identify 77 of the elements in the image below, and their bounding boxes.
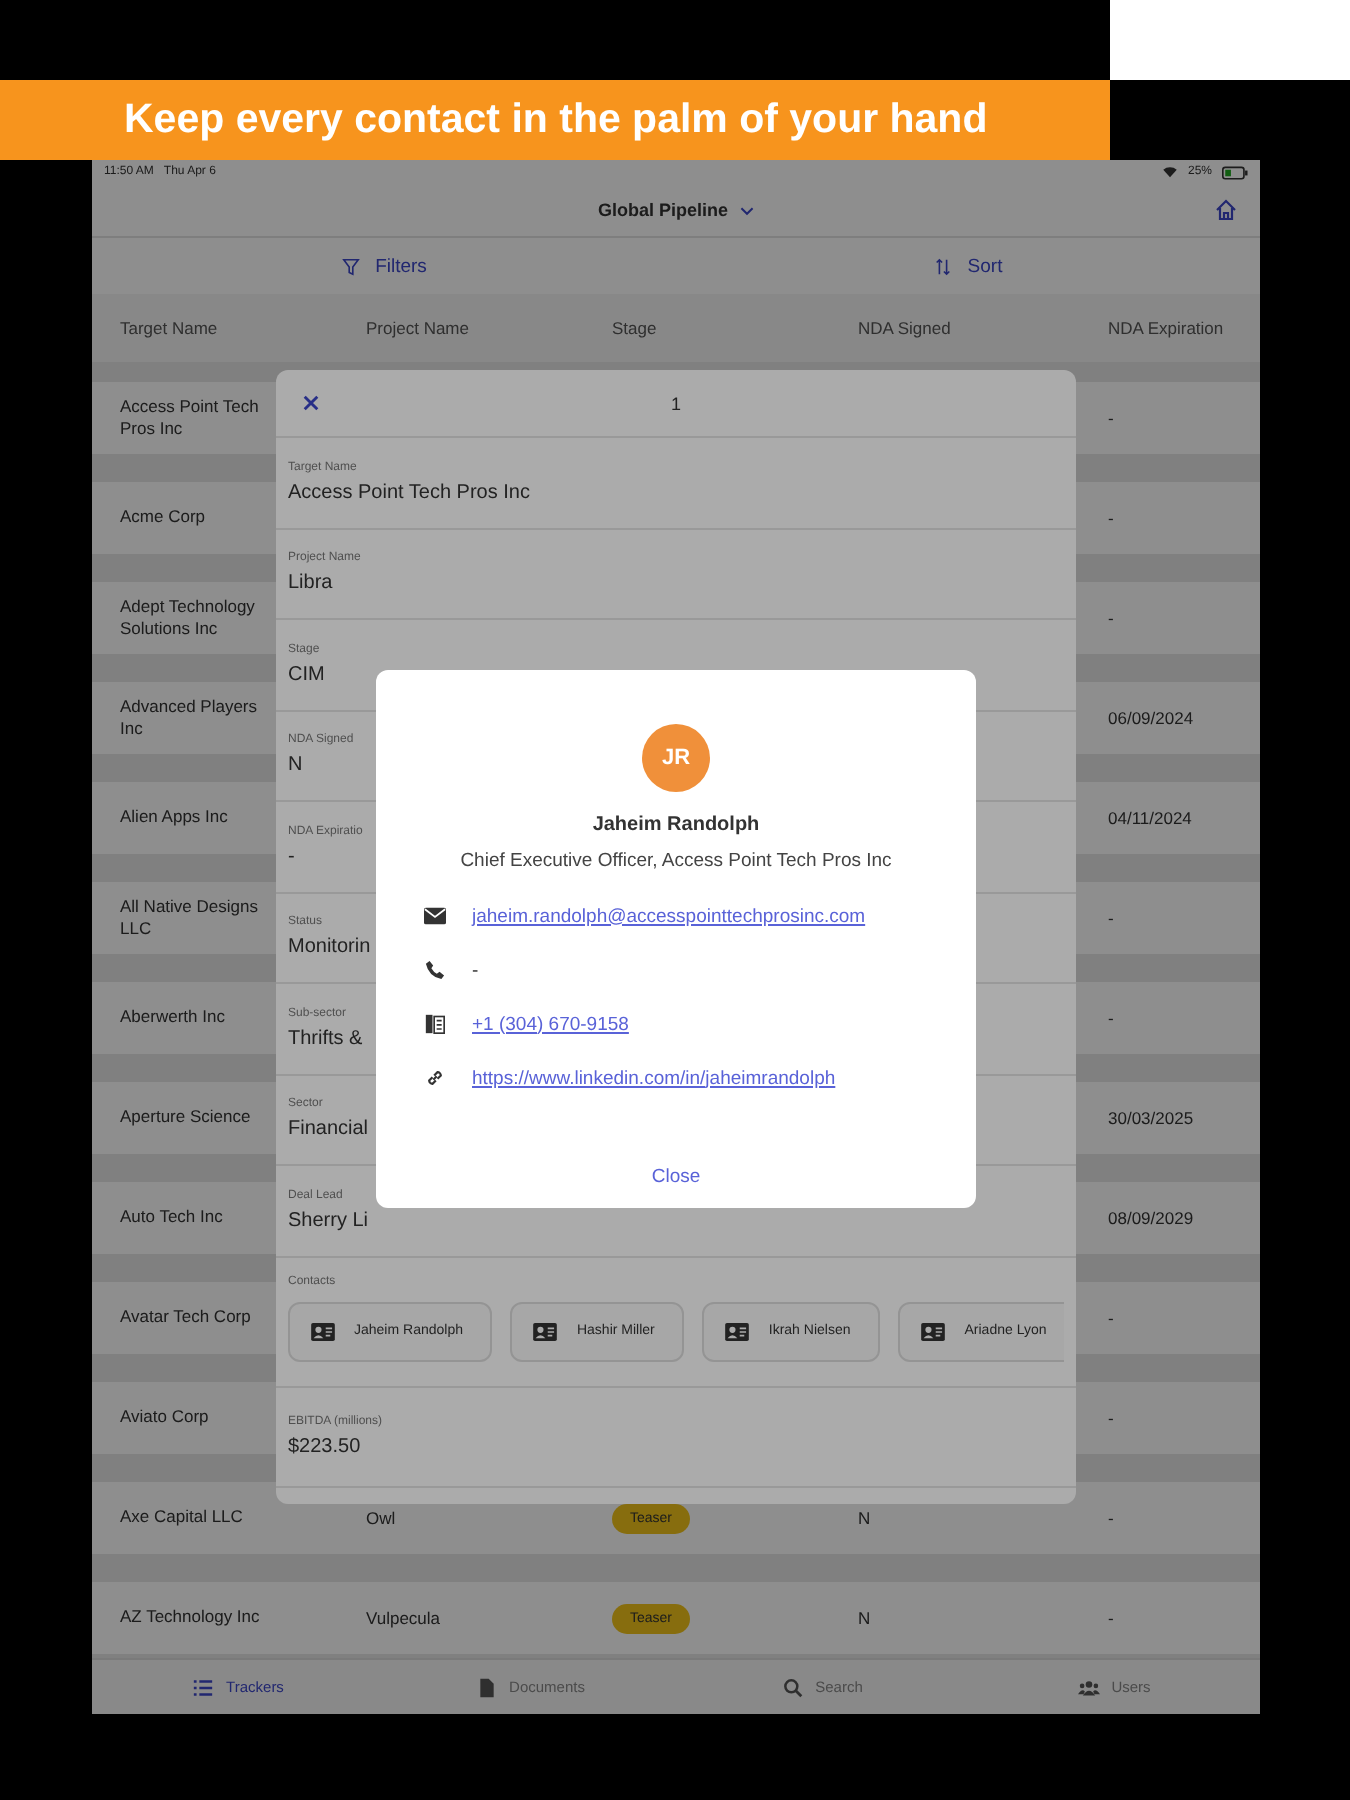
contact-card-icon[interactable] (532, 1321, 559, 1341)
avatar-initials: JR (642, 724, 710, 792)
field-value: $223.50 (288, 1435, 361, 1457)
field-value: - (288, 845, 295, 868)
table-cell: - (1108, 508, 1114, 528)
table-cell: - (1108, 608, 1114, 628)
table-cell: - (1108, 1008, 1114, 1028)
field-value: Monitorin (288, 936, 371, 959)
contact-link[interactable]: jaheim.randolph@accesspointtechprosinc.com (472, 905, 866, 927)
contact-card-icon[interactable] (310, 1321, 336, 1341)
field-value: Libra (288, 572, 333, 595)
table-cell-text: Aviato Corp (120, 1406, 211, 1430)
table-cell: - (1108, 408, 1114, 428)
table-cell: 30/03/2025 (1108, 1108, 1194, 1128)
table-cell: 06/09/2024 (1108, 708, 1194, 728)
contact-title: Chief Executive Officer, Access Point Tech Pros Inc (460, 850, 892, 872)
envelope-icon (424, 906, 446, 926)
filters-button[interactable]: Filters (341, 255, 427, 277)
users-icon[interactable] (1077, 1677, 1100, 1697)
table-cell: - (1108, 908, 1114, 928)
phone-icon (424, 960, 446, 980)
sort-button[interactable]: Sort (933, 255, 1003, 277)
record-counter: 1 (670, 393, 681, 413)
search-icon[interactable] (781, 1677, 804, 1697)
close-icon[interactable] (302, 394, 320, 412)
document-icon[interactable] (475, 1677, 498, 1697)
contact-link[interactable]: +1 (304) 670-9158 (472, 1013, 629, 1035)
table-cell: - (1108, 1508, 1114, 1528)
table-cell: Vulpecula (366, 1608, 441, 1628)
field-value: Sherry Li (288, 1209, 369, 1232)
table-cell-text: Acme Corp (120, 506, 208, 530)
table-cell-text: AZ Technology Inc (120, 1606, 262, 1630)
banner-headline: Keep every contact in the palm of your hand (124, 96, 988, 144)
contact-link[interactable]: https://www.linkedin.com/in/jaheimrandolph (472, 1067, 836, 1089)
column-header[interactable]: Target Name (120, 318, 366, 338)
table-cell-text: Avatar Tech Corp (120, 1306, 253, 1330)
wifi-icon (1161, 166, 1178, 178)
field-value: N (288, 754, 303, 777)
contact-name: Jaheim Randolph (592, 814, 760, 836)
table-cell: 08/09/2029 (1108, 1208, 1194, 1228)
table-cell-text: Aperture Science (120, 1106, 253, 1130)
contact-card-icon[interactable] (920, 1321, 947, 1341)
field-value: Access Point Tech Pros Inc (288, 481, 530, 504)
table-cell: - (1108, 1308, 1114, 1328)
table-cell-text: Auto Tech Inc (120, 1206, 225, 1230)
field-value: CIM (288, 663, 325, 686)
table-cell: - (1108, 1408, 1114, 1428)
field-value: Financial (288, 1118, 369, 1141)
chevron-down-icon[interactable] (740, 205, 754, 215)
table-cell-text: Alien Apps Inc (120, 806, 230, 830)
sort-icon[interactable] (933, 257, 952, 275)
close-button[interactable]: Close (631, 1158, 721, 1196)
table-cell-text: Adept Technology Solutions Inc (120, 595, 257, 641)
battery-icon (1222, 165, 1248, 179)
table-cell-text: All Native Designs LLC (120, 895, 260, 941)
table-cell: 04/11/2024 (1108, 808, 1192, 828)
column-header[interactable]: NDA Signed (858, 318, 1108, 338)
column-header[interactable]: Project Name (366, 318, 612, 338)
filter-icon[interactable] (341, 257, 360, 275)
pipeline-title[interactable]: Global Pipeline (597, 200, 728, 220)
table-cell-text: Advanced Players Inc (120, 695, 260, 741)
table-cell-text: Access Point Tech Pros Inc (120, 395, 261, 441)
table-cell-text: Aberwerth Inc (120, 1006, 227, 1030)
detail-text: - (472, 959, 479, 981)
table-cell: N (858, 1508, 871, 1528)
table-cell: N (858, 1608, 871, 1628)
table-cell: - (1108, 1608, 1114, 1628)
column-header[interactable]: NDA Expiration (1108, 318, 1260, 338)
contact-card-icon[interactable] (724, 1321, 751, 1341)
table-cell-text: Axe Capital LLC (120, 1506, 245, 1530)
column-header[interactable]: Stage (612, 318, 858, 338)
field-value: Thrifts & (288, 1027, 363, 1050)
home-icon[interactable] (1214, 198, 1238, 222)
link-icon (424, 1068, 446, 1088)
list-icon[interactable] (192, 1677, 215, 1697)
building-icon (424, 1014, 446, 1034)
table-cell: Owl (366, 1508, 396, 1528)
